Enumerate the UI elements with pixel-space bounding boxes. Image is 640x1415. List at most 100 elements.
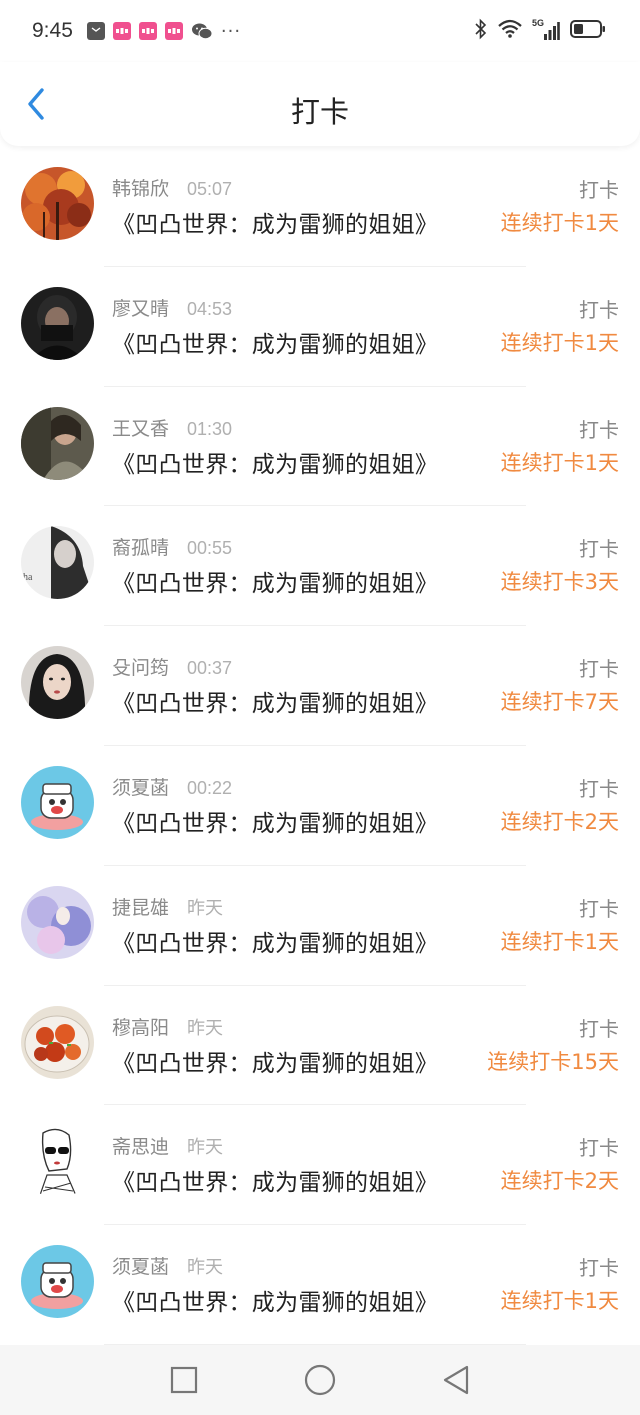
checkin-time: 昨天 [187,1017,224,1038]
more-notifications-icon: ··· [220,20,242,42]
streak-label: 连续打卡3天 [500,570,619,595]
user-name[interactable]: 须夏菡 [112,1252,169,1279]
streak-label: 连续打卡1天 [500,450,619,475]
wifi-icon [498,19,522,43]
cellular-signal-icon: 5G [532,18,560,42]
book-title[interactable]: 《凹凸世界：成为雷狮的姐姐》 [112,1044,438,1078]
user-name[interactable]: 殳问筠 [112,653,169,680]
checkin-tag: 打卡 [579,297,619,322]
avatar[interactable]: ha [21,526,94,600]
checkin-row[interactable]: 廖又晴 04:53 《凹凸世界：成为雷狮的姐姐》 打卡连续打卡1天 [0,267,640,387]
checkin-time: 昨天 [187,1137,224,1158]
checkin-tag: 打卡 [579,1016,619,1041]
status-right: 5G [474,18,606,44]
checkin-tag: 打卡 [579,776,619,801]
battery-icon [570,19,606,43]
checkin-time: 00:22 [187,777,233,798]
streak-label: 连续打卡1天 [500,330,619,355]
row-meta: 斋思迪 昨天 [112,1132,223,1159]
avatar[interactable] [21,286,94,360]
streak-label: 连续打卡2天 [500,809,619,834]
streak-label: 连续打卡2天 [500,1169,619,1194]
checkin-tag: 打卡 [579,896,619,921]
status-time: 9:45 [32,19,73,42]
checkin-time: 00:37 [187,658,233,679]
avatar[interactable] [21,1245,94,1319]
checkin-time: 04:53 [187,298,233,319]
row-meta: 王又香 01:30 [112,414,232,441]
bluetooth-icon [474,18,488,44]
status-left: 9:45 ··· [32,19,241,43]
status-bar: 9:45 ··· 5G [0,0,640,62]
checkin-time: 00:55 [187,538,233,559]
avatar[interactable] [21,646,94,720]
checkin-row[interactable]: 穆高阳 昨天《凹凸世界：成为雷狮的姐姐》 打卡连续打卡15天 [0,986,640,1106]
wechat-icon [191,22,213,40]
streak-label: 连续打卡15天 [487,1049,619,1074]
avatar[interactable] [21,1125,94,1199]
screen: 9:45 ··· 5G 打卡 韩锦欣 05:07 《凹凸世界：成为雷狮的姐姐》 … [0,0,640,1415]
row-meta: 穆高阳 昨天 [112,1013,223,1040]
header: 打卡 [0,62,640,146]
book-title[interactable]: 《凹凸世界：成为雷狮的姐姐》 [112,804,438,838]
home-button[interactable] [303,1363,337,1397]
checkin-tag: 打卡 [579,657,619,682]
avatar[interactable] [21,885,94,959]
streak-label: 连续打卡7天 [500,690,619,715]
checkin-tag: 打卡 [579,1136,619,1161]
book-title[interactable]: 《凹凸世界：成为雷狮的姐姐》 [112,684,438,718]
book-title[interactable]: 《凹凸世界：成为雷狮的姐姐》 [112,445,438,479]
book-title[interactable]: 《凹凸世界：成为雷狮的姐姐》 [112,564,438,598]
triangle-back-icon [443,1365,469,1395]
notification-icon [86,22,105,40]
checkin-row[interactable]: 王又香 01:30 《凹凸世界：成为雷狮的姐姐》 打卡连续打卡1天 [0,387,640,507]
avatar[interactable] [21,406,94,480]
checkin-time: 05:07 [187,179,233,199]
checkin-row[interactable]: 殳问筠 00:37 《凹凸世界：成为雷狮的姐姐》 打卡连续打卡7天 [0,626,640,746]
row-meta: 韩锦欣 05:07 [112,174,232,201]
square-icon [170,1366,198,1394]
user-name[interactable]: 廖又晴 [112,294,169,321]
back-nav-button[interactable] [439,1363,473,1397]
book-title[interactable]: 《凹凸世界：成为雷狮的姐姐》 [112,1163,438,1197]
checkin-row[interactable]: 韩锦欣 05:07 《凹凸世界：成为雷狮的姐姐》 打卡连续打卡1天 [0,147,640,267]
avatar[interactable] [21,765,94,839]
user-name[interactable]: 穆高阳 [112,1013,169,1040]
user-name[interactable]: 韩锦欣 [112,174,169,201]
checkin-tag: 打卡 [579,1256,619,1281]
row-meta: 殳问筠 00:37 [112,653,232,680]
streak-label: 连续打卡1天 [500,929,619,954]
user-name[interactable]: 须夏菡 [112,773,169,800]
user-name[interactable]: 斋思迪 [112,1132,169,1159]
avatar[interactable] [21,167,94,240]
row-meta: 须夏菡 00:22 [112,773,232,800]
avatar[interactable] [21,1005,94,1079]
checkin-row[interactable]: 斋思迪 昨天《凹凸世界：成为雷狮的姐姐》 打卡连续打卡2天 [0,1105,640,1226]
book-title[interactable]: 《凹凸世界：成为雷狮的姐姐》 [112,325,438,359]
user-name[interactable]: 王又香 [112,414,169,441]
streak-label: 连续打卡1天 [500,211,619,235]
row-meta: 须夏菡 昨天 [112,1252,223,1279]
streak-label: 连续打卡1天 [500,1289,619,1314]
checkin-time: 昨天 [187,897,224,918]
checkin-tag: 打卡 [579,417,619,442]
row-meta: 廖又晴 04:53 [112,294,232,321]
book-title[interactable]: 《凹凸世界：成为雷狮的姐姐》 [112,1283,438,1317]
checkin-row[interactable]: 须夏菡 00:22 《凹凸世界：成为雷狮的姐姐》 打卡连续打卡2天 [0,746,640,866]
row-meta: 捷昆雄 昨天 [112,893,223,920]
system-nav-bar [0,1345,640,1415]
app-icon [138,22,157,40]
checkin-row[interactable]: ha 裔孤晴 00:55 《凹凸世界：成为雷狮的姐姐》 打卡 连续打卡3天 [0,506,640,627]
checkin-time: 昨天 [187,1257,224,1278]
book-title[interactable]: 《凹凸世界：成为雷狮的姐姐》 [112,205,438,239]
book-title[interactable]: 《凹凸世界：成为雷狮的姐姐》 [112,924,438,958]
checkin-row[interactable]: 须夏菡 昨天《凹凸世界：成为雷狮的姐姐》 打卡连续打卡1天 [0,1225,640,1345]
checkin-row[interactable]: 捷昆雄 昨天《凹凸世界：成为雷狮的姐姐》 打卡连续打卡1天 [0,866,640,986]
page-title: 打卡 [290,95,349,129]
user-name[interactable]: 裔孤晴 [112,533,169,560]
checkin-tag: 打卡 [579,178,619,202]
svg-text:ha: ha [23,572,33,583]
user-name[interactable]: 捷昆雄 [112,893,169,920]
recent-apps-button[interactable] [167,1363,201,1397]
circle-icon [304,1364,336,1396]
